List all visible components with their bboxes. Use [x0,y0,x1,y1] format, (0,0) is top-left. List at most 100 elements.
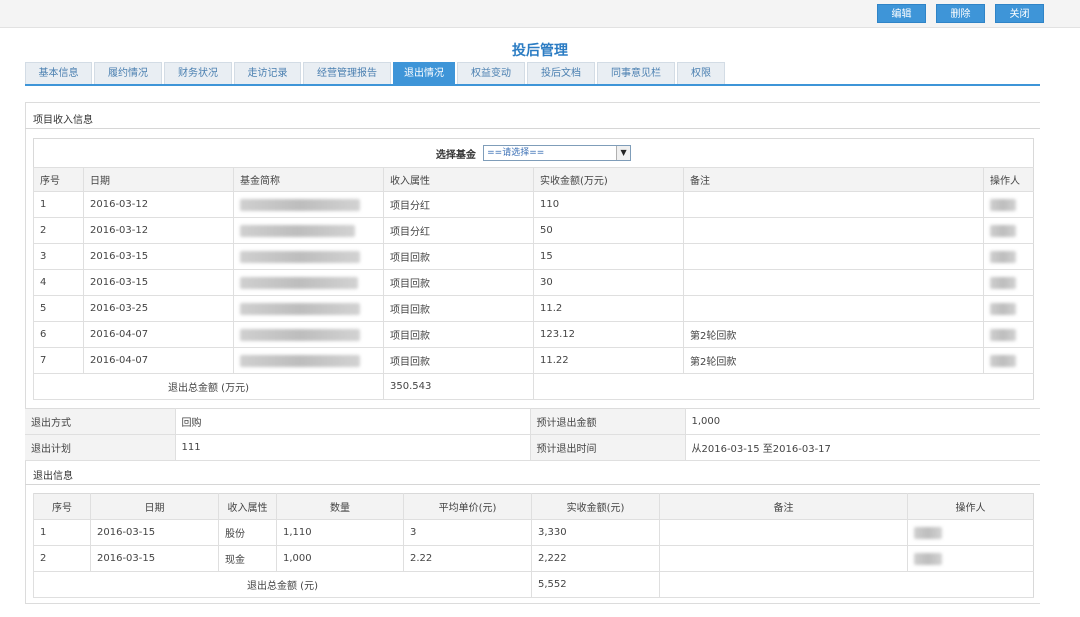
table-cell [907,545,1034,572]
income-section-title: 项目收入信息 [33,115,93,126]
exit-total-label: 退出总金额 (元) [33,571,532,598]
table-cell: 3 [403,519,532,546]
col-header: 序号 [33,167,84,192]
table-cell: 项目回款 [383,347,534,374]
table-row: 3 2016-03-15 项目回款 15 [33,243,1034,270]
divider [25,484,1040,485]
redacted-operator [990,302,1016,315]
table-cell: 6 [33,321,84,348]
delete-button[interactable]: 删除 [936,4,985,23]
table-cell [982,191,1034,218]
fund-select-group: 选择基金 ==请选择== ▼ [435,145,632,161]
table-cell [233,321,384,348]
table-cell [982,217,1034,244]
income-total-row: 退出总金额 (万元) 350.543 [33,373,1034,400]
table-cell: 5 [33,295,84,322]
tab-documents[interactable]: 投后文档 [527,62,595,84]
table-cell: 30 [533,269,684,296]
divider [25,128,1040,129]
redacted-fund-name [240,354,360,367]
table-cell: 15 [533,243,684,270]
income-table: 选择基金 ==请选择== ▼ 序号 日期 基金简称 收入属性 实收金额(万元) … [33,138,1035,400]
table-cell [907,519,1034,546]
income-total-label: 退出总金额 (万元) [33,373,384,400]
table-cell: 11.2 [533,295,684,322]
redacted-operator [990,276,1016,289]
redacted-operator [914,526,942,539]
expected-time-label: 预计退出时间 [529,434,685,461]
col-header: 收入属性 [383,167,534,192]
fund-select-label: 选择基金 [435,149,476,161]
table-cell: 2016-04-07 [83,321,234,348]
page-title: 投后管理 [512,43,568,59]
table-cell [982,347,1034,374]
exit-total-empty [659,571,1034,598]
table-cell: 项目回款 [383,243,534,270]
table-cell: 2016-03-15 [83,269,234,296]
tab-financial[interactable]: 财务状况 [164,62,232,84]
tab-visit-records[interactable]: 走访记录 [234,62,301,84]
table-cell [982,269,1034,296]
exit-total-value: 5,552 [531,571,660,598]
table-cell [233,347,384,374]
table-cell: 项目分红 [383,191,534,218]
tab-basic-info[interactable]: 基本信息 [25,62,92,84]
redacted-operator [914,552,942,565]
col-header: 备注 [659,493,908,520]
col-header: 操作人 [982,167,1034,192]
expected-amount-label: 预计退出金额 [529,408,685,435]
exit-method-value: 回购 [174,408,530,435]
redacted-fund-name [240,198,360,211]
income-total-empty [532,373,1034,400]
table-cell: 1,110 [276,519,404,546]
tab-underline [25,84,1040,86]
tab-colleague-opinions[interactable]: 同事意见栏 [597,62,675,84]
table-cell: 4 [33,269,84,296]
table-cell [233,243,384,270]
col-header: 操作人 [907,493,1034,520]
tab-management-report[interactable]: 经营管理报告 [303,62,391,84]
table-cell [683,269,984,296]
table-cell: 1 [33,519,91,546]
fund-select-value: ==请选择== [487,148,545,158]
table-cell: 2016-03-25 [83,295,234,322]
tab-equity-change[interactable]: 权益变动 [457,62,525,84]
top-toolbar: 编辑 删除 关闭 [0,0,1080,28]
exit-plan-row: 退出方式 回购 预计退出金额 1,000 [25,408,1040,435]
table-cell: 第2轮回款 [683,321,984,348]
exit-plan-label: 退出计划 [25,434,175,461]
col-header: 实收金额(万元) [533,167,684,192]
chevron-down-icon[interactable]: ▼ [616,146,631,160]
exit-info-table: 序号 日期 收入属性 数量 平均单价(元) 实收金额(元) 备注 操作人 1 20… [33,493,1034,598]
table-cell: 现金 [218,545,277,572]
table-cell [233,191,384,218]
close-button[interactable]: 关闭 [995,4,1044,23]
table-row: 1 2016-03-12 项目分红 110 [33,191,1034,218]
table-row: 4 2016-03-15 项目回款 30 [33,269,1034,296]
table-cell: 1 [33,191,84,218]
income-total-value: 350.543 [383,373,534,400]
tab-exit[interactable]: 退出情况 [393,62,455,84]
table-cell: 123.12 [533,321,684,348]
table-cell: 项目回款 [383,269,534,296]
col-header: 实收金额(元) [531,493,660,520]
redacted-fund-name [240,302,360,315]
redacted-operator [990,250,1016,263]
col-header: 序号 [33,493,91,520]
exit-method-label: 退出方式 [25,408,175,435]
table-cell: 3,330 [531,519,660,546]
edit-button[interactable]: 编辑 [877,4,926,23]
tab-performance[interactable]: 履约情况 [94,62,162,84]
col-header: 收入属性 [218,493,277,520]
tab-permissions[interactable]: 权限 [677,62,725,84]
redacted-operator [990,198,1016,211]
table-cell: 2 [33,545,91,572]
table-row: 5 2016-03-25 项目回款 11.2 [33,295,1034,322]
redacted-operator [990,328,1016,341]
table-cell [659,545,908,572]
fund-select[interactable]: ==请选择== ▼ [483,145,632,161]
table-cell: 7 [33,347,84,374]
table-cell: 2016-03-15 [83,243,234,270]
table-cell: 3 [33,243,84,270]
col-header: 基金简称 [233,167,384,192]
